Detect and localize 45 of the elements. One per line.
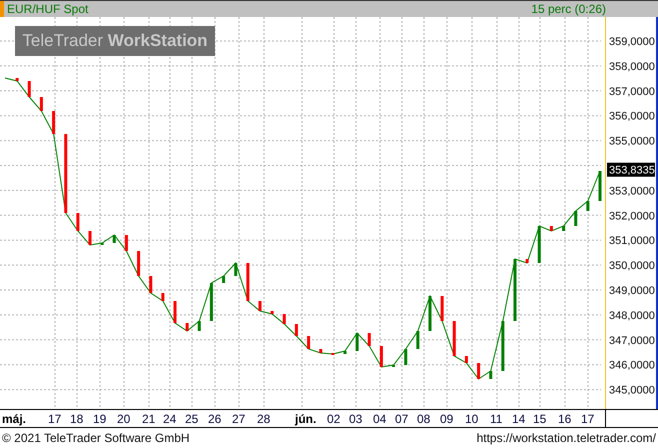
last-price-label: 353,8335 bbox=[607, 162, 655, 177]
period-label: 15 perc (0:26) bbox=[531, 2, 606, 16]
x-axis-label: 25 bbox=[185, 412, 198, 426]
x-axis-label: 24 bbox=[163, 412, 176, 426]
x-axis-label: 15 bbox=[533, 412, 546, 426]
x-axis-label: 26 bbox=[208, 412, 222, 426]
x-axis-label: 03 bbox=[349, 412, 362, 426]
y-axis-label: 349,0000 bbox=[609, 285, 655, 297]
y-axis-label: 356,0000 bbox=[609, 110, 655, 123]
y-axis-label: 359,0000 bbox=[609, 36, 655, 48]
copyright-text: © 2021 TeleTrader Software GmbH bbox=[2, 431, 190, 445]
y-axis-label: 352,0000 bbox=[609, 210, 655, 222]
x-axis-label: máj. bbox=[2, 412, 26, 426]
x-axis-label: 27 bbox=[232, 412, 246, 426]
x-axis-label: 10 bbox=[465, 412, 478, 426]
x-axis-label: 02 bbox=[327, 412, 340, 426]
x-axis-label: 04 bbox=[373, 412, 386, 426]
y-axis-label: 346,0000 bbox=[609, 360, 655, 372]
logo: TeleTrader WorkStation bbox=[15, 26, 215, 56]
x-axis-label: jún. bbox=[295, 412, 316, 426]
y-axis-label: 355,0000 bbox=[609, 136, 655, 148]
x-axis-label: 20 bbox=[117, 412, 130, 426]
y-axis-label: 353,0000 bbox=[609, 185, 655, 198]
url-link[interactable]: https://workstation.teletrader.com/ bbox=[476, 431, 656, 445]
instrument-marker bbox=[0, 1, 4, 17]
x-axis-label: 11 bbox=[490, 412, 502, 426]
x-axis-label: 09 bbox=[440, 412, 454, 426]
x-axis-label: 14 bbox=[512, 412, 526, 426]
instrument-title: EUR/HUF Spot bbox=[6, 2, 90, 16]
x-axis-label: 28 bbox=[257, 412, 270, 426]
x-axis-label: 08 bbox=[417, 412, 430, 426]
x-axis-label: 19 bbox=[93, 412, 106, 426]
x-axis-label: 16 bbox=[558, 412, 572, 426]
x-axis-label: 21 bbox=[142, 412, 156, 426]
y-axis-label: 350,0000 bbox=[609, 260, 655, 272]
x-axis-label: 18 bbox=[70, 412, 84, 426]
x-axis-label: 07 bbox=[395, 412, 408, 426]
x-axis-label: 17 bbox=[48, 412, 62, 426]
y-axis-label: 357,0000 bbox=[609, 86, 655, 98]
y-axis-label: 358,0000 bbox=[609, 60, 655, 73]
y-axis-label: 351,0000 bbox=[609, 235, 655, 248]
y-axis-label: 347,0000 bbox=[609, 334, 655, 347]
x-axis-label: 17 bbox=[581, 412, 594, 426]
y-axis-label: 348,0000 bbox=[609, 310, 655, 322]
y-axis-label: 345,0000 bbox=[609, 384, 655, 397]
